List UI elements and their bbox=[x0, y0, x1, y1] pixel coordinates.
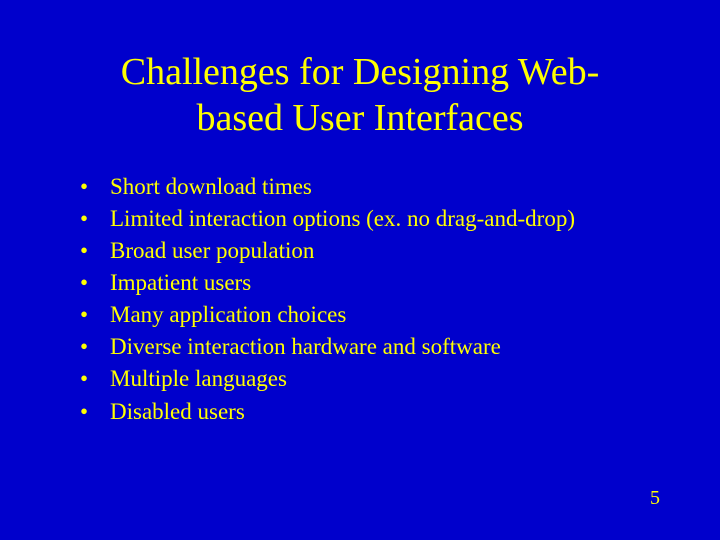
bullet-text: Limited interaction options (ex. no drag… bbox=[110, 203, 660, 234]
list-item: • Broad user population bbox=[80, 235, 660, 266]
title-line-1: Challenges for Designing Web- bbox=[121, 51, 600, 93]
bullet-text: Disabled users bbox=[110, 396, 660, 427]
bullet-icon: • bbox=[80, 171, 92, 202]
list-item: • Multiple languages bbox=[80, 363, 660, 394]
title-line-2: based User Interfaces bbox=[196, 97, 523, 139]
bullet-icon: • bbox=[80, 363, 92, 394]
bullet-list: • Short download times • Limited interac… bbox=[60, 171, 660, 426]
bullet-text: Impatient users bbox=[110, 267, 660, 298]
bullet-icon: • bbox=[80, 299, 92, 330]
list-item: • Diverse interaction hardware and softw… bbox=[80, 331, 660, 362]
list-item: • Limited interaction options (ex. no dr… bbox=[80, 203, 660, 234]
slide-container: Challenges for Designing Web- based User… bbox=[0, 0, 720, 540]
bullet-text: Diverse interaction hardware and softwar… bbox=[110, 331, 660, 362]
bullet-text: Multiple languages bbox=[110, 363, 660, 394]
bullet-icon: • bbox=[80, 203, 92, 234]
bullet-text: Short download times bbox=[110, 171, 660, 202]
list-item: • Many application choices bbox=[80, 299, 660, 330]
slide-title: Challenges for Designing Web- based User… bbox=[60, 50, 660, 141]
list-item: • Short download times bbox=[80, 171, 660, 202]
list-item: • Impatient users bbox=[80, 267, 660, 298]
bullet-text: Broad user population bbox=[110, 235, 660, 266]
bullet-text: Many application choices bbox=[110, 299, 660, 330]
bullet-icon: • bbox=[80, 396, 92, 427]
bullet-icon: • bbox=[80, 235, 92, 266]
list-item: • Disabled users bbox=[80, 396, 660, 427]
bullet-icon: • bbox=[80, 331, 92, 362]
bullet-icon: • bbox=[80, 267, 92, 298]
page-number: 5 bbox=[650, 487, 660, 510]
